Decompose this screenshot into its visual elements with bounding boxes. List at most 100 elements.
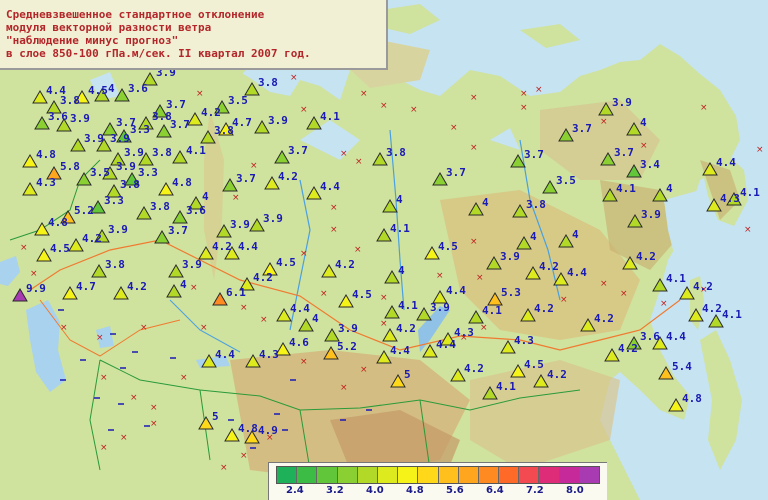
no-data-marker: × [300, 357, 308, 367]
station-value: 3.9 [124, 146, 144, 159]
no-data-marker: × [100, 443, 108, 453]
station-value: 3.7 [288, 144, 308, 157]
legend-swatch [579, 467, 599, 483]
legend-swatch [337, 467, 358, 483]
station-value: 3.9 [338, 322, 358, 335]
station-value: 3.8 [526, 198, 546, 211]
no-data-marker: × [240, 303, 248, 313]
station-value: 4.3 [259, 348, 279, 361]
station-value: 4.8 [172, 176, 192, 189]
station-value: 3.7 [614, 146, 634, 159]
station-value: 4.4 [716, 156, 736, 169]
station-value: 4.4 [446, 284, 466, 297]
no-data-marker: × [600, 117, 608, 127]
no-data-marker: × [470, 143, 478, 153]
legend-swatch [277, 467, 298, 483]
legend-swatch [438, 467, 459, 483]
no-data-marker: × [660, 299, 668, 309]
no-data-marker: × [20, 243, 28, 253]
station-value: 4 [312, 312, 319, 325]
station-value: 3.8 [214, 124, 234, 137]
station-value: 4 [202, 190, 209, 203]
station-value: 4.2 [253, 271, 273, 284]
station-value: 5 [212, 410, 219, 423]
station-value: 3.3 [138, 166, 158, 179]
no-data-marker: × [130, 393, 138, 403]
station-value: 4 [530, 230, 537, 243]
station-value: 6.1 [226, 286, 246, 299]
station-value: 5.8 [60, 160, 80, 173]
title-line-4: в слое 850-100 гПа.м/сек. II квартал 200… [6, 47, 311, 60]
station-value: 3.9 [84, 132, 104, 145]
station-value: 3.8 [152, 146, 172, 159]
no-data-marker: × [60, 323, 68, 333]
no-data-marker: × [196, 89, 204, 99]
station-value: 4.1 [740, 186, 760, 199]
no-data-marker: × [290, 73, 298, 83]
station-value: 4.3 [36, 176, 56, 189]
station-value: 3.7 [572, 122, 592, 135]
station-value: 4.1 [496, 380, 516, 393]
station-value: 4.5 [352, 288, 372, 301]
legend-swatch [377, 467, 399, 483]
no-data-marker: × [520, 89, 528, 99]
station-value: 4 [482, 196, 489, 209]
station-value: 3.8 [152, 110, 172, 123]
legend-swatch [539, 467, 560, 483]
station-value: 3.7 [524, 148, 544, 161]
station-value: 5.2 [337, 340, 357, 353]
legend-swatch [398, 467, 419, 483]
no-data-marker: × [380, 319, 388, 329]
no-data-marker: × [96, 333, 104, 343]
station-value: 4.2 [82, 232, 102, 245]
station-value: 3.9 [110, 132, 130, 145]
station-value: 4.6 [289, 336, 309, 349]
station-value: 3.6 [640, 330, 660, 343]
no-data-marker: × [250, 161, 258, 171]
station-value: 3.9 [230, 218, 250, 231]
station-value: 4.5 [438, 240, 458, 253]
no-data-marker: × [756, 145, 764, 155]
station-value: 4.1 [390, 222, 410, 235]
station-value: 5.2 [74, 204, 94, 217]
station-value: 3.8 [150, 200, 170, 213]
station-value: 4.2 [636, 250, 656, 263]
station-value: 3.8 [60, 94, 80, 107]
station-value: 3.9 [182, 258, 202, 271]
station-value: 3.5 [556, 174, 576, 187]
station-value: 4.9 [258, 424, 278, 437]
no-data-marker: × [150, 403, 158, 413]
station-value: 4.4 [238, 240, 258, 253]
legend-swatch [458, 467, 479, 483]
station-value: 5.3 [501, 286, 521, 299]
legend-swatch [499, 467, 520, 483]
station-value: 3.6 [128, 82, 148, 95]
weather-map: × × × × × × × × × × × × × × × × × × × × × × × × × × × × × × × × × × × × × × × ×… [0, 0, 768, 500]
no-data-marker: × [220, 463, 228, 473]
station-value: 3.7 [236, 172, 256, 185]
station-value: 5 [404, 368, 411, 381]
station-value: 4 [108, 82, 115, 95]
no-data-marker: × [190, 283, 198, 293]
station-value: 4.8 [682, 392, 702, 405]
station-value: 4.2 [539, 260, 559, 273]
no-data-marker: × [340, 149, 348, 159]
no-data-marker: × [240, 451, 248, 461]
no-data-marker: × [200, 323, 208, 333]
legend-tick: 7.2 [526, 485, 544, 496]
station-value: 3.9 [641, 208, 661, 221]
legend-tick: 5.6 [446, 485, 464, 496]
station-value: 9.9 [26, 282, 46, 295]
station-value: 4.2 [201, 106, 221, 119]
legend-tick: 6.4 [486, 485, 504, 496]
station-value: 4.2 [618, 342, 638, 355]
station-value: 4.2 [127, 280, 147, 293]
legend-tick: 4.0 [366, 485, 384, 496]
no-data-marker: × [470, 237, 478, 247]
station-value: 4.1 [666, 272, 686, 285]
station-value: 3.9 [612, 96, 632, 109]
no-data-marker: × [360, 89, 368, 99]
no-data-marker: × [620, 289, 628, 299]
station-value: 4.1 [616, 182, 636, 195]
no-data-marker: × [300, 105, 308, 115]
